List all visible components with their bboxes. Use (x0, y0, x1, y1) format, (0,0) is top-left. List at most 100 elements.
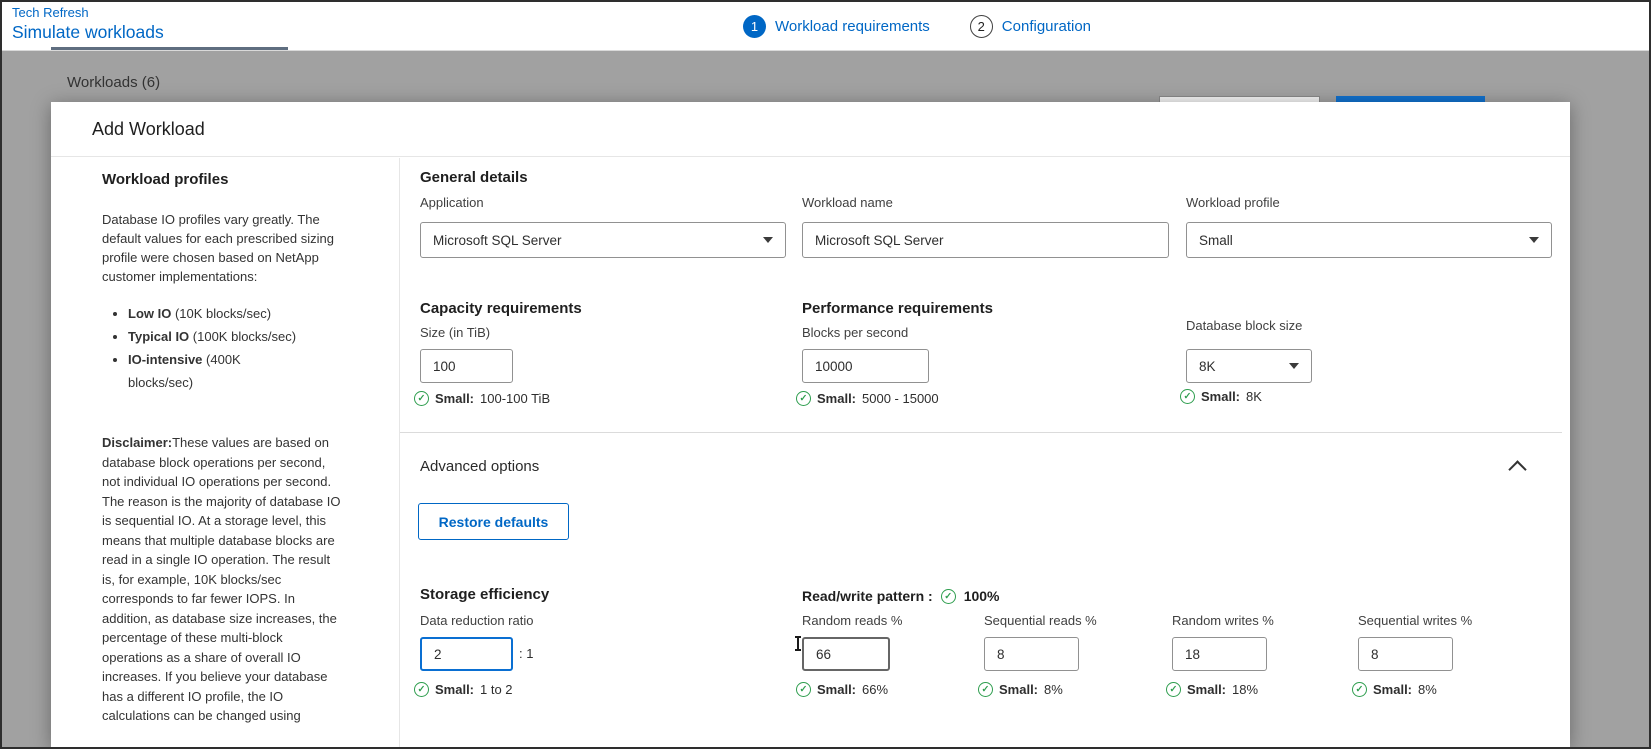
database-block-size-value: 8K (1199, 359, 1216, 374)
active-tab-underline (51, 47, 288, 50)
workload-profile-select-value: Small (1199, 233, 1233, 248)
app-window: Tech Refresh Simulate workloads 1 Worklo… (0, 0, 1651, 749)
workload-profile-select[interactable]: Small (1186, 222, 1552, 258)
form-area: General details Application Microsoft SQ… (400, 158, 1570, 747)
workload-name-label: Workload name (802, 195, 893, 210)
blocks-per-second-input[interactable] (802, 349, 929, 383)
size-hint: Small: 100-100 TiB (414, 391, 550, 406)
hint-value: 8K (1246, 389, 1262, 404)
application-select[interactable]: Microsoft SQL Server (420, 222, 786, 258)
restore-defaults-button[interactable]: Restore defaults (418, 503, 569, 540)
sequential-writes-input[interactable] (1358, 637, 1453, 671)
hint-value: 8% (1044, 682, 1063, 697)
chevron-down-icon (763, 237, 773, 243)
capacity-requirements-heading: Capacity requirements (420, 300, 582, 317)
hint-value: 66% (862, 682, 888, 697)
check-icon (941, 589, 956, 604)
data-reduction-ratio-input[interactable] (420, 637, 513, 671)
check-icon (978, 682, 993, 697)
brand-block: Tech Refresh Simulate workloads (12, 6, 164, 42)
chevron-down-icon (1529, 237, 1539, 243)
modal-body: Workload profiles Database IO profiles v… (51, 158, 1570, 747)
check-icon (414, 391, 429, 406)
step-configuration[interactable]: 2 Configuration (970, 15, 1091, 38)
advanced-collapse-toggle[interactable] (1506, 459, 1528, 477)
hint-label: Small: (1373, 682, 1412, 697)
hint-label: Small: (817, 682, 856, 697)
application-select-value: Microsoft SQL Server (433, 233, 562, 248)
advanced-options-heading: Advanced options (420, 458, 539, 475)
hint-label: Small: (1187, 682, 1226, 697)
hint-value: 8% (1418, 682, 1437, 697)
sequential-reads-field: Sequential reads % Small:8% (984, 613, 1097, 697)
modal-title: Add Workload (92, 119, 205, 140)
modal-header: Add Workload (51, 102, 1570, 157)
sequential-writes-label: Sequential writes % (1358, 613, 1472, 628)
disclaimer-term: Disclaimer: (102, 435, 172, 450)
random-writes-field: Random writes % Small: 18% (1172, 613, 1274, 697)
section-divider (400, 432, 1562, 433)
check-icon (414, 682, 429, 697)
random-reads-field: Random reads % Small: 66% (802, 613, 902, 697)
workload-profiles-panel: Workload profiles Database IO profiles v… (51, 158, 400, 747)
check-icon (1352, 682, 1367, 697)
list-item-term: Typical IO (128, 329, 189, 344)
sequential-reads-hint: Small:8% (978, 682, 1097, 697)
step-1-indicator: 1 (743, 15, 766, 38)
data-reduction-ratio-label: Data reduction ratio (420, 613, 533, 628)
breadcrumb[interactable]: Tech Refresh (12, 6, 164, 21)
page-title: Simulate workloads (12, 22, 164, 42)
wizard-stepper: 1 Workload requirements 2 Configuration (743, 2, 1091, 50)
random-writes-hint: Small: 18% (1166, 682, 1274, 697)
step-2-indicator: 2 (970, 15, 993, 38)
database-block-size-select[interactable]: 8K (1186, 349, 1312, 383)
sequential-writes-hint: Small: 8% (1352, 682, 1472, 697)
hint-value: 18% (1232, 682, 1258, 697)
chevron-down-icon (1289, 363, 1299, 369)
hint-value: 100-100 TiB (480, 391, 550, 406)
text-cursor-icon (797, 636, 799, 651)
check-icon (796, 682, 811, 697)
list-item-term: Low IO (128, 306, 171, 321)
check-icon (1166, 682, 1181, 697)
check-icon (1180, 389, 1195, 404)
workload-profile-label: Workload profile (1186, 195, 1280, 210)
sequential-writes-field: Sequential writes % Small: 8% (1358, 613, 1472, 697)
blocks-per-second-label: Blocks per second (802, 325, 908, 340)
chevron-up-icon (1508, 460, 1526, 478)
random-reads-label: Random reads % (802, 613, 902, 628)
check-icon (796, 391, 811, 406)
list-item: Typical IO (100K blocks/sec) (128, 325, 306, 348)
top-header: Tech Refresh Simulate workloads 1 Worklo… (2, 2, 1649, 51)
size-label: Size (in TiB) (420, 325, 490, 340)
io-profile-list: Low IO (10K blocks/sec) Typical IO (100K… (102, 302, 306, 394)
rw-pattern-label: Read/write pattern : (802, 588, 933, 604)
step-workload-requirements[interactable]: 1 Workload requirements (743, 15, 930, 38)
ratio-suffix: : 1 (519, 646, 533, 661)
hint-label: Small: (1201, 389, 1240, 404)
random-reads-input[interactable] (802, 637, 890, 671)
hint-label: Small: (435, 682, 474, 697)
random-reads-hint: Small: 66% (796, 682, 902, 697)
hint-label: Small: (435, 391, 474, 406)
list-item-desc: (10K blocks/sec) (171, 306, 271, 321)
block-size-hint: Small: 8K (1180, 389, 1262, 404)
hint-value: 1 to 2 (480, 682, 513, 697)
rw-pattern-heading: Read/write pattern : 100% (802, 588, 1000, 604)
panel-intro: Database IO profiles vary greatly. The d… (102, 210, 344, 286)
hint-label: Small: (817, 391, 856, 406)
hint-value: 5000 - 15000 (862, 391, 939, 406)
workload-name-input[interactable] (802, 222, 1169, 258)
random-writes-label: Random writes % (1172, 613, 1274, 628)
add-workload-modal: Add Workload Workload profiles Database … (51, 102, 1570, 747)
random-writes-input[interactable] (1172, 637, 1267, 671)
disclaimer-text: These values are based on database block… (102, 435, 340, 723)
panel-heading: Workload profiles (102, 171, 379, 188)
step-1-label: Workload requirements (775, 18, 930, 35)
database-block-size-label: Database block size (1186, 318, 1302, 333)
size-input[interactable] (420, 349, 513, 383)
ratio-hint: Small: 1 to 2 (414, 682, 513, 697)
panel-disclaimer: Disclaimer:These values are based on dat… (102, 433, 344, 726)
sequential-reads-input[interactable] (984, 637, 1079, 671)
sequential-reads-label: Sequential reads % (984, 613, 1097, 628)
